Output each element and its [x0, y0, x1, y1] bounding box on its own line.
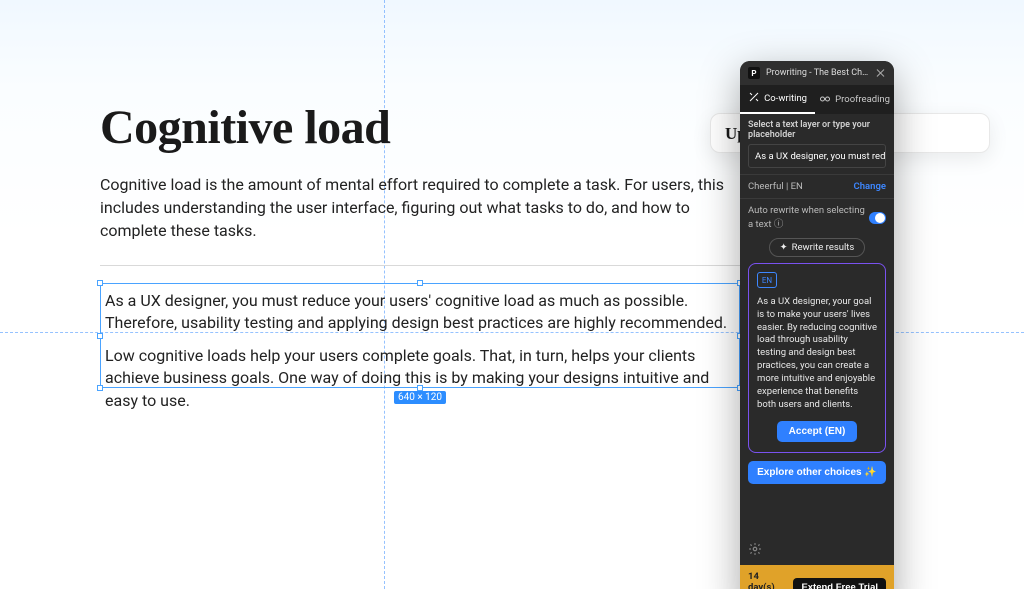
panel-tabs: Co-writing Proofreading	[740, 85, 894, 114]
accept-button[interactable]: Accept (EN)	[777, 421, 858, 442]
info-icon[interactable]: ⓘ	[774, 219, 784, 230]
selected-text-content: As a UX designer, you must reduce your u…	[101, 284, 739, 428]
panel-titlebar[interactable]: P Prowriting - The Best ChatGPT alter...	[740, 61, 894, 85]
close-icon[interactable]	[876, 68, 886, 78]
settings-row	[740, 536, 894, 565]
lede-paragraph: Cognitive load is the amount of mental e…	[100, 173, 740, 243]
divider	[100, 265, 740, 266]
rewrite-results-button[interactable]: ✦ Rewrite results	[769, 238, 866, 257]
tone-row: Cheerful | EN Change	[740, 174, 894, 198]
plugin-logo-icon: P	[748, 67, 760, 79]
panel-spacer	[740, 494, 894, 536]
explore-button[interactable]: Explore other choices ✨	[748, 461, 886, 484]
selection-size-badge: 640 × 120	[394, 391, 446, 404]
tone-label: Cheerful | EN	[748, 181, 803, 192]
extend-trial-button[interactable]: Extend Free Trial	[793, 578, 886, 589]
toggle-knob	[875, 213, 885, 223]
article-frame: Cognitive load Cognitive load is the amo…	[100, 100, 740, 266]
trial-footer: 14 day(s) free trial Extend Free Trial	[740, 565, 894, 589]
tab-label: Co-writing	[764, 93, 807, 104]
glasses-icon	[819, 92, 831, 107]
resize-handle-bl[interactable]	[97, 385, 103, 391]
result-text: As a UX designer, your goal is to make y…	[757, 296, 877, 411]
result-language-badge: EN	[757, 272, 777, 288]
tab-proofreading[interactable]: Proofreading	[815, 85, 894, 114]
rewrite-label: Rewrite results	[792, 242, 855, 253]
sparkle-icon: ✦	[780, 242, 788, 253]
auto-rewrite-label: Auto rewrite when selecting a text ⓘ	[748, 205, 869, 230]
auto-rewrite-toggle[interactable]	[869, 212, 886, 224]
auto-rewrite-row: Auto rewrite when selecting a text ⓘ	[740, 198, 894, 236]
selected-paragraph-1: As a UX designer, you must reduce your u…	[105, 290, 735, 335]
resize-handle-lm[interactable]	[97, 333, 103, 339]
tab-cowriting[interactable]: Co-writing	[740, 85, 815, 114]
instruction-text: Select a text layer or type your placeho…	[740, 114, 894, 144]
tab-label: Proofreading	[835, 94, 890, 105]
resize-handle-tm[interactable]	[417, 280, 423, 286]
plugin-panel: P Prowriting - The Best ChatGPT alter...…	[740, 61, 894, 589]
trial-text: 14 day(s) free trial	[748, 571, 787, 589]
wand-icon	[748, 91, 760, 106]
selected-text-layer[interactable]: As a UX designer, you must reduce your u…	[100, 283, 740, 388]
gear-icon[interactable]	[748, 542, 762, 556]
panel-title-text: Prowriting - The Best ChatGPT alter...	[766, 68, 870, 78]
page-title: Cognitive load	[100, 100, 740, 155]
change-tone-link[interactable]: Change	[854, 181, 886, 192]
result-card: EN As a UX designer, your goal is to mak…	[748, 263, 886, 453]
resize-handle-tl[interactable]	[97, 280, 103, 286]
placeholder-input[interactable]: As a UX designer, you must reduc	[748, 144, 886, 168]
